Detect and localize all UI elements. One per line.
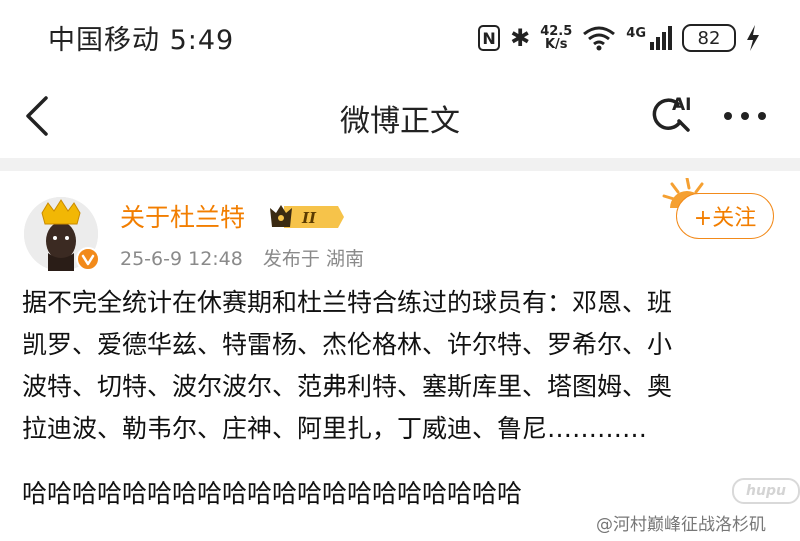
post-meta: 25-6-9 12:48 发布于 湖南 (120, 244, 378, 271)
user-avatar[interactable] (24, 197, 100, 271)
follow-button[interactable]: +关注 (676, 193, 774, 239)
post-text-line: 拉迪波、勒韦尔、庄神、阿里扎，丁威迪、鲁尼………… (22, 414, 648, 443)
post-location: 发布于 湖南 (262, 248, 364, 270)
signal-bars-icon (650, 26, 672, 50)
ai-search-button[interactable]: AI (648, 90, 698, 140)
status-icons: N ✱ 42.5 K/s 4G 82 (478, 18, 760, 58)
network-speed: 42.5 K/s (540, 25, 572, 51)
hupu-watermark: hupu (732, 478, 800, 504)
more-dot-icon (758, 112, 766, 120)
verified-badge-icon (76, 247, 100, 271)
more-dot-icon (724, 112, 732, 120)
section-divider (0, 158, 800, 171)
post-text-line: 凯罗、爱德华兹、特雷杨、杰伦格林、许尔特、罗希尔、小 (22, 330, 673, 359)
ai-label: AI (672, 95, 691, 115)
wifi-icon (583, 26, 616, 51)
credit-watermark: @河村巅峰征战洛杉矶 (596, 515, 766, 535)
status-bar: 中国移动 5:49 N ✱ 42.5 K/s 4G 82 (0, 0, 800, 76)
bluetooth-icon: ✱ (510, 24, 531, 52)
network-speed-unit: K/s (544, 37, 568, 52)
level-label: II (301, 209, 317, 227)
network-type: 4G (626, 26, 646, 41)
ai-search-icon: AI (652, 95, 691, 132)
post-text-laugh: 哈哈哈哈哈哈哈哈哈哈哈哈哈哈哈哈哈哈哈哈 (22, 479, 523, 508)
charging-icon (747, 25, 759, 51)
more-options-button[interactable] (724, 112, 766, 120)
battery-level: 82 (682, 24, 736, 52)
post-text-line: 波特、切特、波尔波尔、范弗利特、塞斯库里、塔图姆、奥 (22, 372, 673, 401)
cellular-signal: 4G (626, 26, 672, 50)
level-badge: II (270, 205, 344, 228)
title-bar: 微博正文 AI (0, 76, 800, 158)
more-dot-icon (741, 112, 749, 120)
post-text-line: 据不完全统计在休赛期和杜兰特合练过的球员有：邓恩、班 (22, 288, 673, 317)
post-date: 25-6-9 12:48 (120, 248, 243, 270)
post-text: 据不完全统计在休赛期和杜兰特合练过的球员有：邓恩、班 凯罗、爱德华兹、特雷杨、杰… (22, 282, 782, 450)
user-name[interactable]: 关于杜兰特 (120, 198, 245, 234)
carrier-time: 中国移动 5:49 (48, 25, 235, 56)
nfc-icon: N (478, 25, 501, 51)
